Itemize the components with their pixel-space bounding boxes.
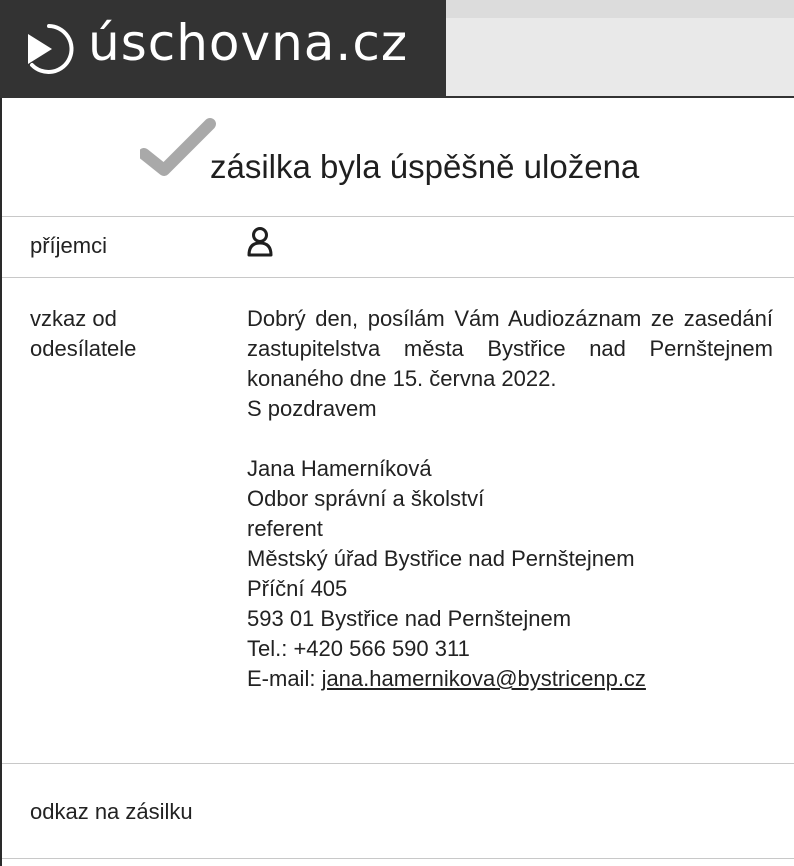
success-message: zásilka byla úspěšně uložena — [210, 148, 640, 185]
success-banner: zásilka byla úspěšně uložena — [0, 98, 794, 216]
row-divider — [2, 216, 794, 217]
sender-message: Dobrý den, posílám Vám Audiozáznam ze za… — [247, 304, 773, 694]
play-circle-icon — [28, 24, 74, 74]
message-label-line2: odesílatele — [30, 336, 137, 361]
message-intro: Dobrý den, posílám Vám Audiozáznam ze za… — [247, 306, 773, 391]
signature-city: 593 01 Bystřice nad Pernštejnem — [247, 606, 572, 631]
link-label: odkaz na zásilku — [30, 799, 193, 824]
signature-office: Městský úřad Bystřice nad Pernštejnem — [247, 546, 635, 571]
email-prefix: E-mail: — [247, 666, 322, 691]
message-greeting: S pozdravem — [247, 396, 377, 421]
signature-phone: Tel.: +420 566 590 311 — [247, 636, 470, 661]
row-divider — [2, 858, 794, 859]
email-link[interactable]: jana.hamernikova@bystricenp.cz — [322, 666, 646, 691]
checkmark-icon — [140, 118, 216, 176]
signature-department: Odbor správní a školství — [247, 486, 485, 511]
signature-position: referent — [247, 516, 323, 541]
signature-email-line: E-mail: jana.hamernikova@bystricenp.cz — [247, 664, 773, 694]
signature-street: Příční 405 — [247, 576, 348, 601]
row-divider — [2, 763, 794, 764]
logo-bar[interactable]: úschovna.cz — [0, 0, 446, 96]
row-divider — [2, 277, 794, 278]
header-strip — [446, 0, 794, 96]
message-label-line1: vzkaz od — [30, 306, 117, 331]
logo-text: úschovna.cz — [88, 14, 409, 72]
signature-name: Jana Hamerníková — [247, 456, 432, 481]
user-icon[interactable] — [246, 226, 274, 258]
recipients-label: příjemci — [30, 233, 108, 258]
